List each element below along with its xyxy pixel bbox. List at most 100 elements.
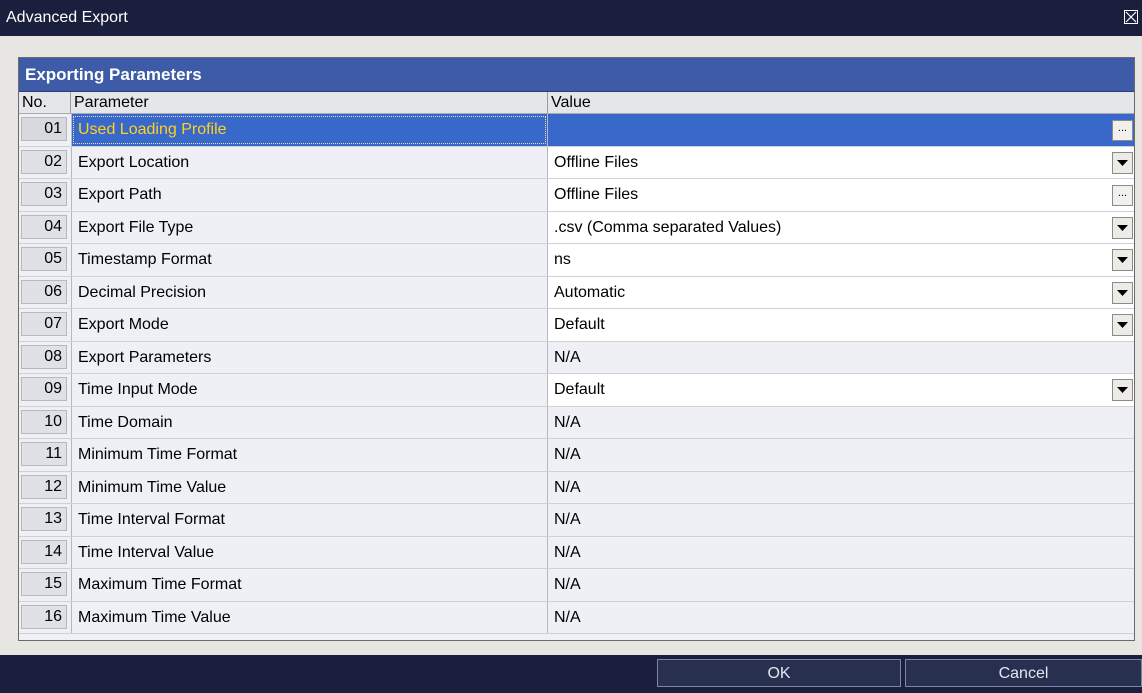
parameter-cell: Export Parameters	[71, 341, 548, 373]
dropdown-button[interactable]	[1112, 281, 1133, 304]
table-row[interactable]: 02 Export Location Offline Files	[19, 146, 1134, 179]
chevron-down-icon	[1117, 224, 1128, 231]
value-cell[interactable]: ns	[548, 244, 1134, 276]
dialog-footer: OK Cancel	[0, 655, 1142, 693]
value-cell: N/A	[548, 504, 1134, 536]
column-header-parameter[interactable]: Parameter	[71, 92, 548, 113]
chevron-down-icon	[1117, 322, 1128, 328]
value-text: Offline Files	[554, 186, 639, 203]
value-cell[interactable]: Default	[548, 309, 1134, 341]
grid-title: Exporting Parameters	[25, 65, 202, 84]
value-text: ns	[554, 251, 571, 268]
close-icon[interactable]	[1124, 10, 1138, 24]
value-cell: N/A	[548, 537, 1134, 569]
row-number: 12	[21, 474, 67, 499]
window-title: Advanced Export	[6, 9, 128, 26]
title-bar: Advanced Export	[0, 0, 1142, 36]
value-text: N/A	[554, 413, 581, 431]
table-row[interactable]: 15 Maximum Time Format N/A	[19, 569, 1134, 602]
value-text: Default	[554, 381, 605, 398]
table-row[interactable]: 16 Maximum Time Value N/A	[19, 601, 1134, 634]
value-cell[interactable]: Automatic	[548, 276, 1134, 308]
table-row[interactable]: 05 Timestamp Format ns	[19, 244, 1134, 277]
value-cell[interactable]: Default	[548, 374, 1134, 406]
table-row[interactable]: 06 Decimal Precision Automatic	[19, 276, 1134, 309]
row-number: 14	[21, 539, 67, 564]
parameter-cell: Decimal Precision	[71, 276, 548, 308]
row-number: 10	[21, 409, 67, 434]
parameter-cell: Time Domain	[71, 406, 548, 438]
row-number: 15	[21, 572, 67, 596]
parameter-cell: Maximum Time Format	[71, 569, 548, 601]
row-number: 01	[21, 117, 67, 141]
table-row[interactable]: 10 Time Domain N/A	[19, 406, 1134, 439]
table-row[interactable]: 07 Export Mode Default	[19, 309, 1134, 342]
column-header-value[interactable]: Value	[548, 92, 1134, 113]
value-text: .csv (Comma separated Values)	[554, 218, 782, 236]
value-cell[interactable]: Offline Files	[548, 146, 1134, 178]
parameter-cell: Export Mode	[71, 309, 548, 341]
value-cell: N/A	[548, 439, 1134, 471]
row-number: 16	[21, 604, 67, 629]
table-row[interactable]: 03 Export Path Offline Files...	[19, 179, 1134, 212]
column-header-no[interactable]: No.	[19, 92, 71, 113]
row-number: 05	[21, 247, 67, 271]
parameter-cell: Export Location	[71, 146, 548, 178]
column-header-row: No. Parameter Value	[19, 92, 1134, 114]
table-row[interactable]: 04 Export File Type .csv (Comma separated …	[19, 211, 1134, 244]
value-text: Offline Files	[554, 153, 639, 171]
value-cell: N/A	[548, 472, 1134, 504]
dropdown-button[interactable]	[1112, 249, 1133, 271]
value-text: N/A	[554, 576, 581, 593]
parameter-cell: Timestamp Format	[71, 244, 548, 276]
row-number: 04	[21, 214, 67, 239]
table-row[interactable]: 09 Time Input Mode Default	[19, 374, 1134, 407]
row-number: 03	[21, 182, 67, 206]
parameter-cell: Minimum Time Value	[71, 471, 548, 503]
parameter-cell: Used Loading Profile	[71, 114, 548, 146]
row-number: 06	[21, 279, 67, 304]
grid-title-bar: Exporting Parameters	[19, 58, 1134, 92]
parameters-grid: Exporting Parameters No. Parameter Value…	[18, 57, 1135, 641]
dialog-body: Exporting Parameters No. Parameter Value…	[0, 36, 1142, 655]
value-text: N/A	[554, 608, 581, 626]
parameter-cell: Time Input Mode	[71, 374, 548, 406]
value-cell[interactable]: Offline Files...	[548, 179, 1134, 211]
dropdown-button[interactable]	[1112, 379, 1133, 401]
table-row[interactable]: 08 Export Parameters N/A	[19, 341, 1134, 374]
parameter-cell: Time Interval Value	[71, 536, 548, 568]
ok-button[interactable]: OK	[657, 659, 901, 687]
chevron-down-icon	[1117, 289, 1128, 296]
cancel-button[interactable]: Cancel	[905, 659, 1142, 687]
table-row[interactable]: 12 Minimum Time Value N/A	[19, 471, 1134, 504]
table-row[interactable]: 14 Time Interval Value N/A	[19, 536, 1134, 569]
dropdown-button[interactable]	[1112, 151, 1133, 174]
row-number: 08	[21, 344, 67, 369]
chevron-down-icon	[1117, 387, 1128, 393]
browse-button[interactable]: ...	[1112, 120, 1133, 141]
row-number: 07	[21, 312, 67, 336]
chevron-down-icon	[1117, 159, 1128, 166]
browse-button[interactable]: ...	[1112, 185, 1133, 206]
parameter-cell: Time Interval Format	[71, 504, 548, 536]
value-cell: N/A	[548, 407, 1134, 439]
table-row[interactable]: 01 Used Loading Profile...	[19, 114, 1134, 147]
value-text: N/A	[554, 478, 581, 496]
grid-rows: 01 Used Loading Profile... 02 Export Locati…	[19, 114, 1134, 634]
table-row[interactable]: 11 Minimum Time Format N/A	[19, 439, 1134, 472]
value-text: Default	[554, 316, 605, 333]
dropdown-button[interactable]	[1112, 314, 1133, 336]
chevron-down-icon	[1117, 257, 1128, 263]
value-text: N/A	[554, 511, 581, 528]
value-cell[interactable]: ...	[548, 114, 1134, 146]
row-number: 02	[21, 149, 67, 174]
row-number: 09	[21, 377, 67, 401]
dropdown-button[interactable]	[1112, 216, 1133, 239]
parameter-cell: Minimum Time Format	[71, 439, 548, 471]
value-cell: N/A	[548, 602, 1134, 634]
value-text: N/A	[554, 348, 581, 366]
value-cell[interactable]: .csv (Comma separated Values)	[548, 211, 1134, 243]
value-cell: N/A	[548, 569, 1134, 601]
value-text: N/A	[554, 446, 581, 463]
table-row[interactable]: 13 Time Interval Format N/A	[19, 504, 1134, 537]
